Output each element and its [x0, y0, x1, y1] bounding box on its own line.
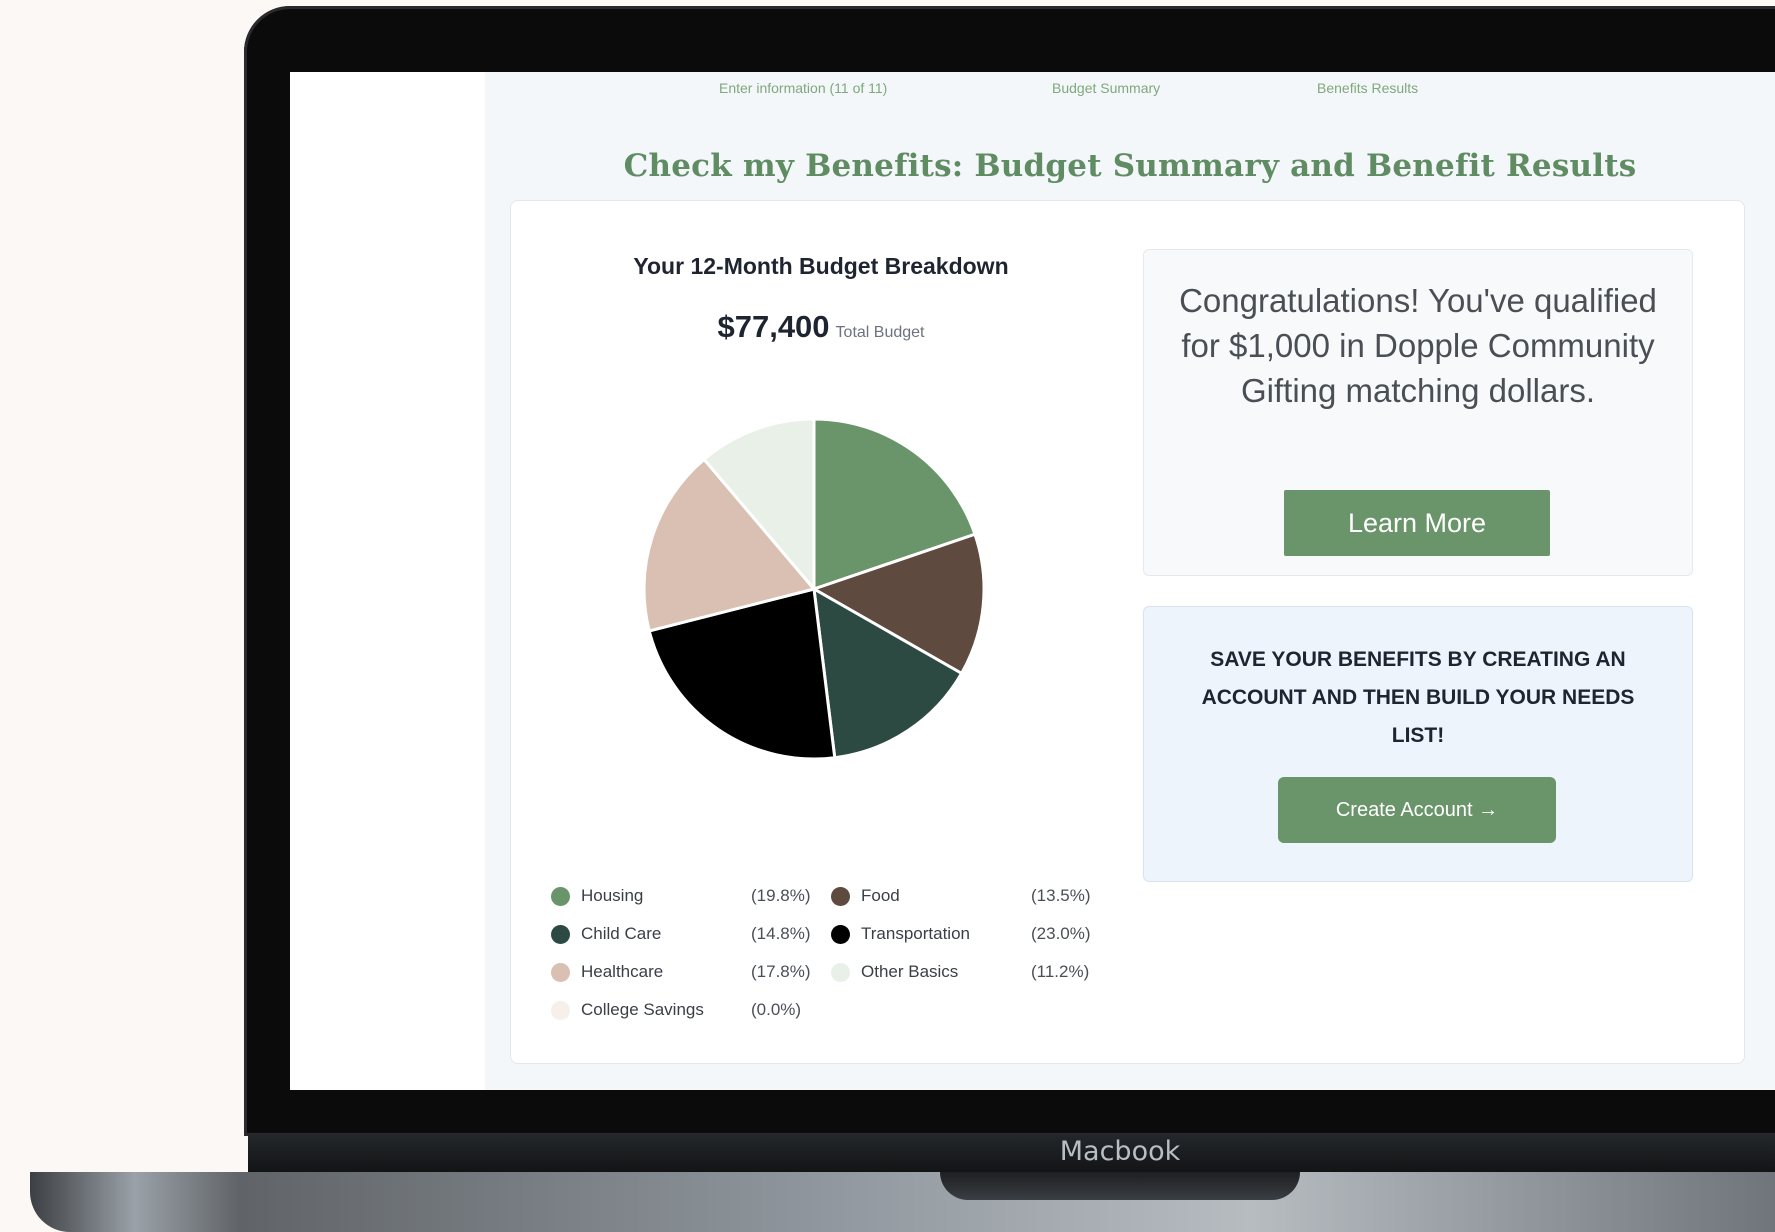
legend-item-other-basics: Other Basics (11.2%)	[831, 962, 1111, 984]
legend-percent: (13.5%)	[1031, 886, 1091, 905]
legend-percent: (19.8%)	[751, 886, 811, 905]
progress-steps: Enter information (11 of 11) Budget Summ…	[485, 78, 1775, 102]
legend-swatch	[551, 963, 570, 982]
summary-card: Your 12-Month Budget Breakdown $77,400 To…	[510, 200, 1745, 1064]
legend-item-college-savings: College Savings (0.0%)	[551, 1000, 831, 1022]
total-budget: $77,400 Total Budget	[601, 309, 1041, 345]
legend-label: Healthcare	[581, 962, 664, 981]
step-benefits-results[interactable]: Benefits Results	[1317, 80, 1418, 96]
legend-item-child-care: Child Care (14.8%)	[551, 924, 831, 946]
legend-label: Child Care	[581, 924, 662, 943]
legend-swatch	[831, 887, 850, 906]
chart-title: Your 12-Month Budget Breakdown	[633, 253, 1009, 279]
legend-swatch	[831, 925, 850, 944]
laptop-screen: Enter information (11 of 11) Budget Summ…	[290, 72, 1775, 1090]
congrats-message: Congratulations! You've qualified for $1…	[1179, 282, 1657, 409]
laptop-notch	[940, 1172, 1300, 1200]
laptop-base	[30, 1172, 1775, 1232]
total-budget-amount: $77,400	[717, 309, 830, 344]
legend-label: Other Basics	[861, 962, 959, 981]
legend-percent: (0.0%)	[751, 1000, 802, 1019]
legend-percent: (23.0%)	[1031, 924, 1091, 943]
legend-percent: (14.8%)	[751, 924, 811, 943]
legend-item-housing: Housing (19.8%)	[551, 886, 831, 908]
device-brand-label: Macbook	[1059, 1136, 1181, 1167]
legend-label: Housing	[581, 886, 644, 905]
legend-percent: (17.8%)	[751, 962, 811, 981]
legend-label: Food	[861, 886, 900, 905]
step-budget-summary[interactable]: Budget Summary	[1052, 80, 1160, 96]
congrats-panel: Congratulations! You've qualified for $1…	[1143, 249, 1693, 576]
legend-swatch	[551, 887, 570, 906]
step-enter-information[interactable]: Enter information (11 of 11)	[719, 80, 887, 96]
legend-swatch	[551, 925, 570, 944]
learn-more-button[interactable]: Learn More	[1284, 490, 1550, 556]
legend-item-food: Food (13.5%)	[831, 886, 1111, 908]
legend-label: College Savings	[581, 1000, 704, 1019]
legend-item-healthcare: Healthcare (17.8%)	[551, 962, 831, 984]
save-benefits-message: Save your benefits by creating an accoun…	[1201, 648, 1635, 747]
page-title: Check my Benefits: Budget Summary and Be…	[623, 148, 1637, 184]
budget-pie-chart	[642, 417, 986, 761]
legend-swatch	[551, 1001, 570, 1020]
legend-item-transportation: Transportation (23.0%)	[831, 924, 1111, 946]
legend-percent: (11.2%)	[1031, 962, 1090, 981]
legend-label: Transportation	[861, 924, 970, 943]
save-benefits-panel: Save your benefits by creating an accoun…	[1143, 606, 1693, 882]
create-account-button[interactable]: Create Account →	[1278, 777, 1556, 843]
legend-swatch	[831, 963, 850, 982]
benefits-page: Enter information (11 of 11) Budget Summ…	[485, 72, 1775, 1090]
total-budget-label: Total Budget	[835, 324, 925, 341]
